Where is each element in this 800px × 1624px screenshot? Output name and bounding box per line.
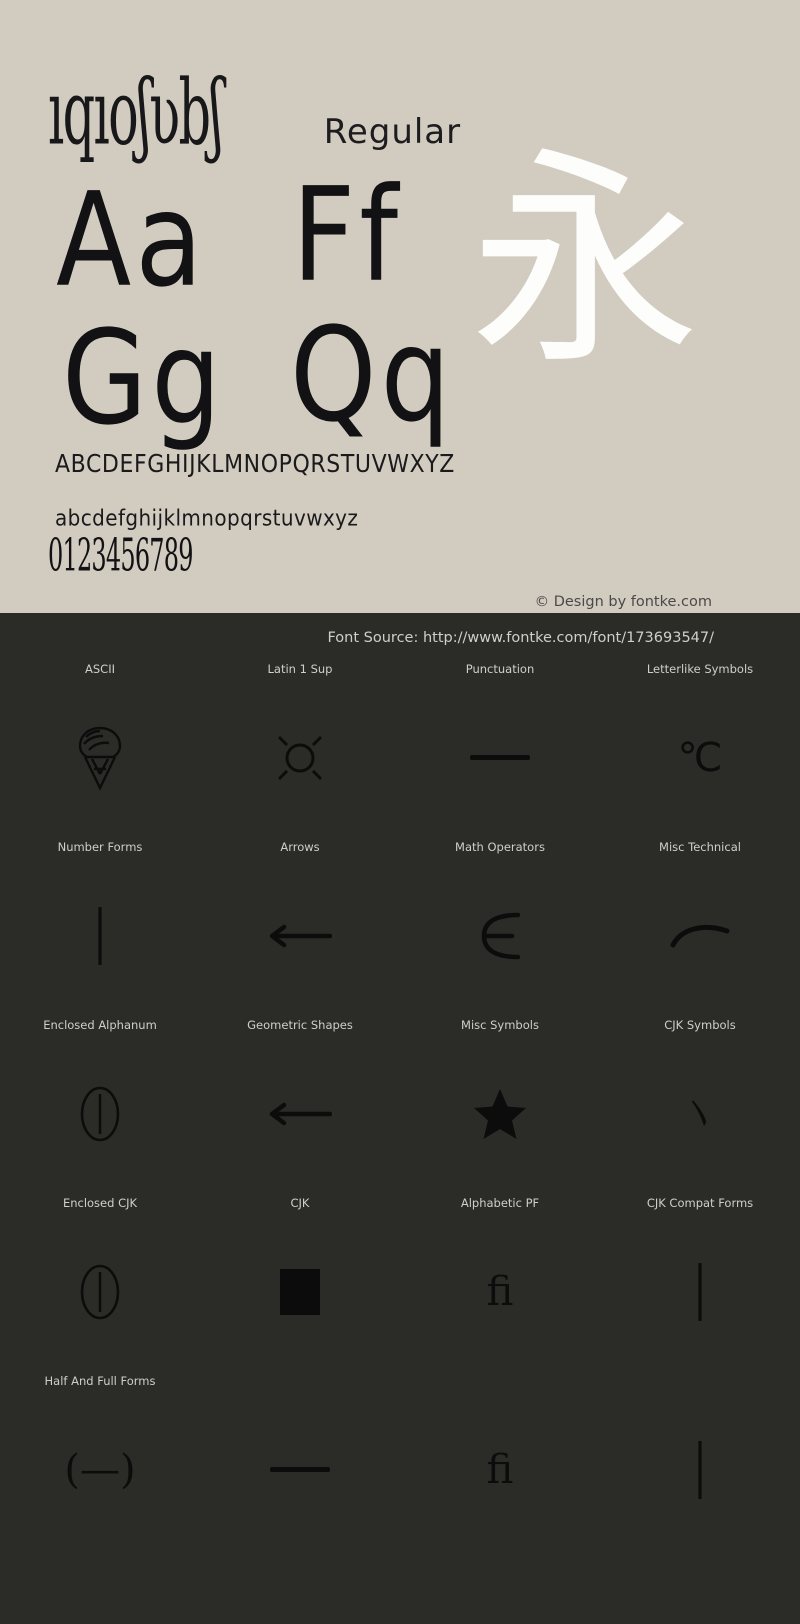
unicode-block-label: Enclosed CJK [62, 1196, 138, 1210]
unicode-block-label: CJK Symbols [664, 1018, 736, 1032]
unicode-block-label: Arrows [280, 840, 320, 854]
ideographic-dot-glyph [600, 1033, 800, 1195]
element-of-glyph [400, 855, 600, 1017]
unicode-block-cell[interactable]: Enclosed Alphanum [0, 1017, 200, 1195]
unicode-block-glyph-char: ﬁ [486, 1447, 514, 1493]
font-name-display: ıqıoʃʋbʃ [48, 59, 223, 166]
unicode-block-cell[interactable]: Punctuation [400, 661, 600, 839]
left-arrow-glyph [200, 1033, 400, 1195]
font-title-row: ıqıoʃʋbʃ Regular [48, 62, 461, 158]
unicode-block-cell[interactable] [400, 1551, 600, 1624]
unicode-block-label: CJK Compat Forms [646, 1196, 754, 1210]
unicode-block-cell[interactable] [200, 1551, 400, 1624]
unicode-block-cell[interactable]: Misc Technical [600, 839, 800, 1017]
exclamation-glyph: ! [0, 1567, 200, 1624]
unicode-block-cell[interactable]: ! [0, 1551, 200, 1624]
uppercase-alphabet-row: ABCDEFGHIJKLMNOPQRSTUVWXYZ [55, 450, 455, 479]
lowercase-alphabet-row: abcdefghijklmnopqrstuvwxyz [55, 504, 359, 531]
unicode-block-cell[interactable]: Math Operators [400, 839, 600, 1017]
unicode-block-label: Math Operators [455, 840, 545, 854]
unicode-blocks-section: Font Source: http://www.fontke.com/font/… [0, 613, 800, 1624]
circled-bar-glyph [0, 1033, 200, 1195]
unicode-block-cell[interactable] [600, 1373, 800, 1551]
copyright-notice: © Design by fontke.com [534, 594, 712, 610]
unicode-block-cell[interactable]: CJK Symbols [600, 1017, 800, 1195]
ice-cream-cone-glyph [0, 677, 200, 839]
black-square-glyph [200, 1211, 400, 1373]
unicode-block-glyph-char: ℃ [677, 735, 723, 781]
sample-letter-aa: Aa [56, 164, 207, 316]
circled-bar-glyph [0, 1211, 200, 1373]
em-dash-glyph [400, 677, 600, 839]
unicode-block-cell[interactable] [600, 1551, 800, 1624]
arc-curve-glyph [600, 855, 800, 1017]
unicode-block-label: Geometric Shapes [247, 1018, 353, 1032]
unicode-block-label: Latin 1 Sup [267, 662, 333, 676]
unicode-block-label: Punctuation [465, 662, 535, 676]
unicode-block-cell[interactable]: Alphabetic PF ﬁ [400, 1195, 600, 1373]
cjk-sample-glyph: 永 [470, 129, 701, 396]
unicode-block-label: ASCII [85, 662, 115, 676]
none [200, 1567, 400, 1624]
unicode-block-label: Misc Technical [659, 840, 741, 854]
sample-letter-qq: Qq [290, 299, 455, 451]
vertical-bar-glyph [0, 855, 200, 1017]
vertical-bar-glyph [600, 1389, 800, 1551]
unicode-block-cell[interactable]: Enclosed CJK [0, 1195, 200, 1373]
unicode-block-label: Alphabetic PF [460, 1196, 540, 1210]
digits-row: 0123456789 [48, 530, 193, 583]
vertical-bar-glyph [600, 1211, 800, 1373]
left-arrow-glyph [200, 855, 400, 1017]
unicode-block-label: CJK [290, 1196, 310, 1210]
unicode-block-cell[interactable]: Latin 1 Sup [200, 661, 400, 839]
unicode-block-cell[interactable]: Letterlike Symbols ℃ [600, 661, 800, 839]
black-star-glyph [400, 1033, 600, 1195]
unicode-block-cell[interactable]: Half And Full Forms (—) [0, 1373, 200, 1551]
font-style-label: Regular [323, 112, 462, 152]
sample-letter-gg: Gg [62, 302, 226, 454]
degree-celsius-glyph: ℃ [600, 677, 800, 839]
sample-letter-ff: Ff [292, 159, 402, 311]
unicode-block-cell[interactable]: Misc Symbols [400, 1017, 600, 1195]
unicode-block-grid: ASCII Latin 1 Sup Punctuation Letterlike Sy… [0, 661, 800, 1624]
em-dash-glyph [200, 1389, 400, 1551]
fi-ligature-glyph: ﬁ [400, 1389, 600, 1551]
unicode-block-label: Number Forms [57, 840, 143, 854]
unicode-block-cell[interactable] [200, 1373, 400, 1551]
unicode-block-cell[interactable]: ﬁ [400, 1373, 600, 1551]
parenthesized-dash-glyph: (—) [0, 1389, 200, 1551]
unicode-block-cell[interactable]: Number Forms [0, 839, 200, 1017]
unicode-block-label: Misc Symbols [461, 1018, 539, 1032]
none [600, 1567, 800, 1624]
unicode-block-cell[interactable]: Geometric Shapes [200, 1017, 400, 1195]
unicode-block-label: Half And Full Forms [44, 1374, 156, 1388]
unicode-block-cell[interactable]: Arrows [200, 839, 400, 1017]
unicode-block-cell[interactable]: CJK Compat Forms [600, 1195, 800, 1373]
unicode-block-glyph-char: ﬁ [486, 1269, 514, 1315]
currency-sign-glyph [200, 677, 400, 839]
fi-ligature-glyph: ﬁ [400, 1211, 600, 1373]
unicode-block-cell[interactable]: ASCII [0, 661, 200, 839]
font-preview-panel: ıqıoʃʋbʃ Regular Aa Ff Gg Qq 永 ABCDEFGHI… [0, 0, 800, 613]
none [400, 1567, 600, 1624]
unicode-block-label: Enclosed Alphanum [43, 1018, 157, 1032]
unicode-block-glyph-char: (—) [64, 1447, 136, 1493]
font-source-link[interactable]: Font Source: http://www.fontke.com/font/… [327, 630, 714, 646]
unicode-block-label: Letterlike Symbols [646, 662, 754, 676]
unicode-block-cell[interactable]: CJK [200, 1195, 400, 1373]
